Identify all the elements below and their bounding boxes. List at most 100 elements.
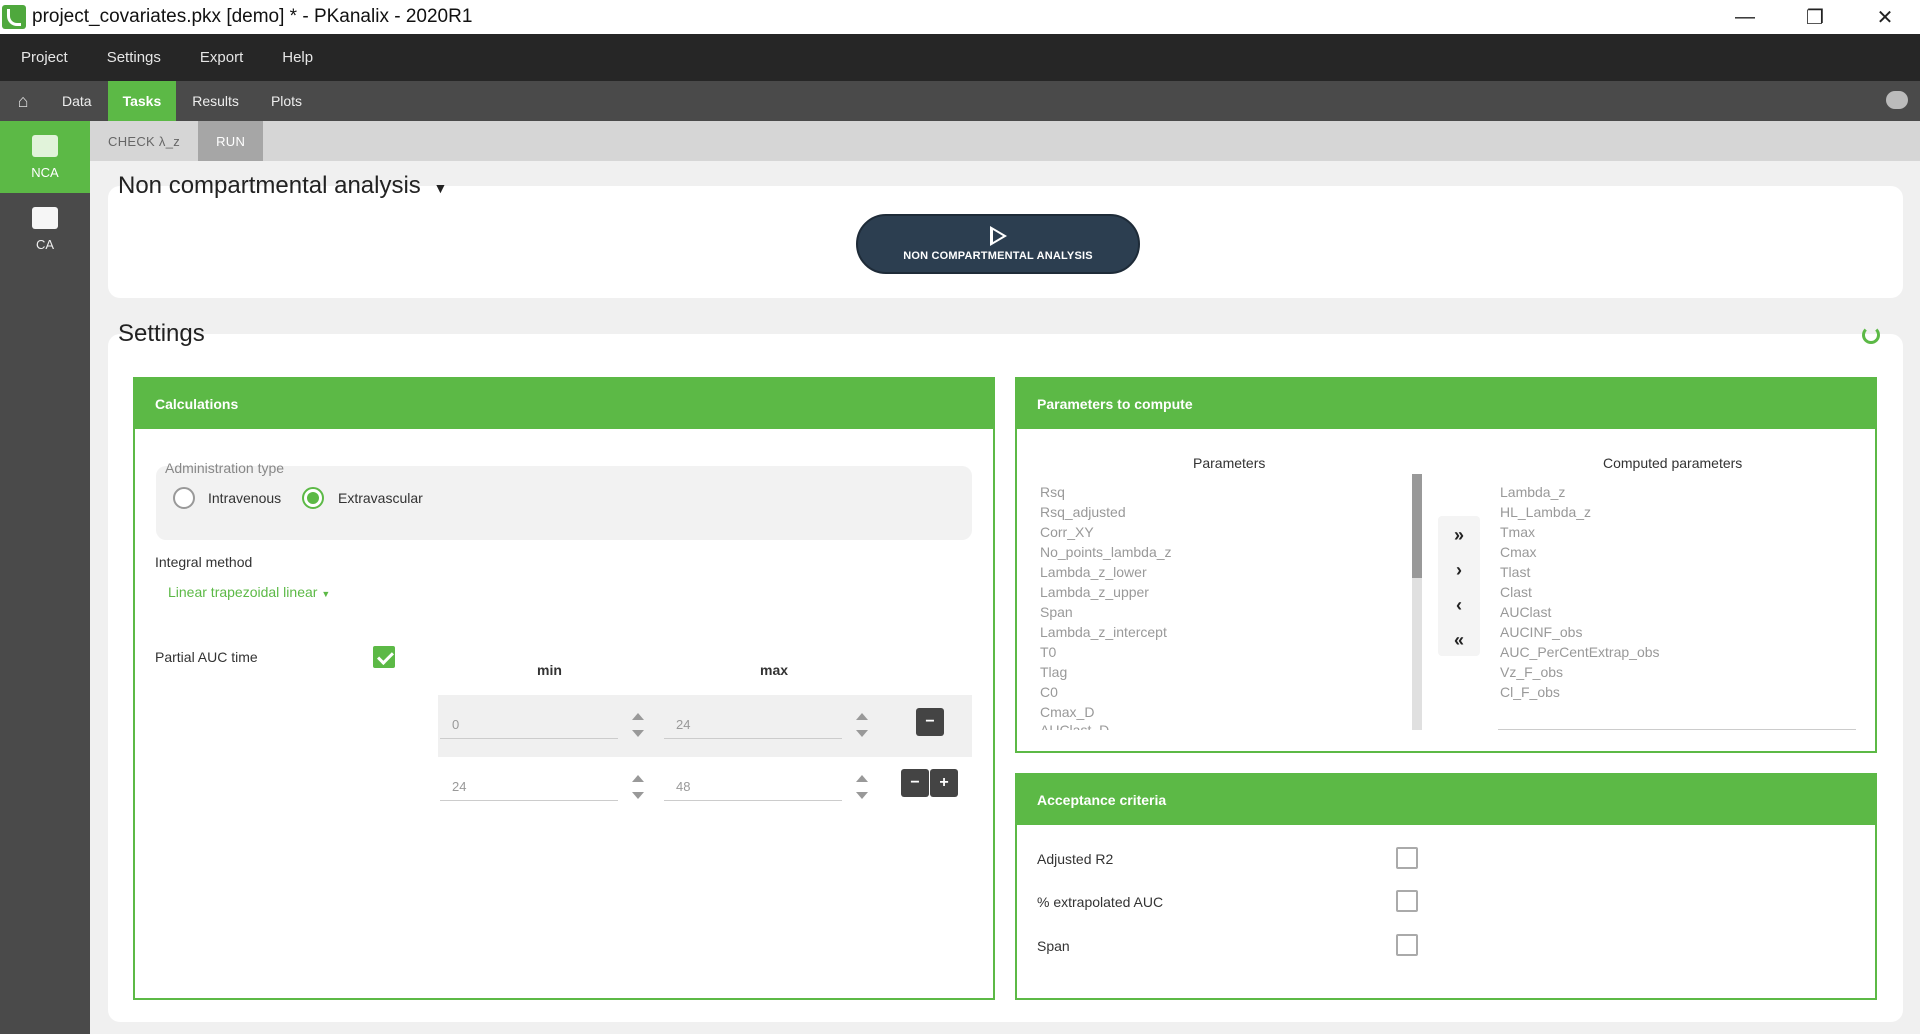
list-item[interactable]: Cl_F_obs [1500, 684, 1560, 700]
list-item[interactable]: Vz_F_obs [1500, 664, 1563, 680]
list-item[interactable]: AUC_PerCentExtrap_obs [1500, 644, 1660, 660]
extrapolated-auc-label: % extrapolated AUC [1037, 894, 1164, 910]
sidebar-item-ca[interactable]: CA [0, 193, 90, 265]
ca-box-icon [32, 206, 58, 229]
spin-up-icon[interactable] [856, 713, 868, 720]
restore-button[interactable]: ❐ [1780, 0, 1850, 34]
partial-auc-max-input[interactable]: 48 [664, 773, 842, 801]
tab-results[interactable]: Results [176, 81, 255, 121]
list-item[interactable]: T0 [1040, 644, 1056, 660]
list-item[interactable]: Tmax [1500, 524, 1535, 540]
list-item[interactable]: Rsq [1040, 484, 1065, 500]
caret-down-icon: ▼ [321, 589, 331, 599]
spin-up-icon[interactable] [632, 713, 644, 720]
extrapolated-auc-checkbox[interactable] [1396, 890, 1418, 912]
list-item[interactable]: Lambda_z_intercept [1040, 624, 1167, 640]
list-item[interactable]: Span [1040, 604, 1073, 620]
partial-auc-label: Partial AUC time [155, 649, 258, 665]
intravenous-label[interactable]: Intravenous [208, 490, 281, 506]
list-item[interactable]: Lambda_z [1500, 484, 1565, 500]
sidebar-item-nca[interactable]: NCA [0, 121, 90, 193]
menu-help[interactable]: Help [282, 49, 313, 66]
list-item[interactable]: AUClast [1500, 604, 1551, 620]
list-item[interactable]: Cmax_D [1040, 704, 1094, 720]
list-item[interactable]: Clast [1500, 584, 1532, 600]
tab-tasks[interactable]: Tasks [107, 81, 177, 121]
partial-auc-min-input[interactable]: 0 [440, 711, 618, 739]
add-all-button[interactable]: » [1438, 518, 1480, 553]
tab-plots[interactable]: Plots [255, 81, 318, 121]
pkanalix-logo-icon [2, 5, 26, 29]
list-item[interactable]: AUCINF_obs [1500, 624, 1582, 640]
computed-list-underline [1498, 729, 1856, 730]
spin-down-icon[interactable] [632, 730, 644, 737]
remove-selected-button[interactable]: ‹ [1438, 588, 1480, 623]
max-spinner[interactable] [856, 773, 868, 801]
remove-row-button[interactable]: − [916, 708, 944, 736]
close-button[interactable]: ✕ [1850, 0, 1920, 34]
task-sidebar: NCA CA [0, 121, 90, 1034]
admin-type-label: Administration type [165, 460, 285, 476]
spin-down-icon[interactable] [632, 792, 644, 799]
spin-down-icon[interactable] [856, 730, 868, 737]
partial-auc-max-input[interactable]: 24 [664, 711, 842, 739]
subtab-run[interactable]: RUN [198, 121, 264, 161]
list-item[interactable]: HL_Lambda_z [1500, 504, 1591, 520]
list-item[interactable]: C0 [1040, 684, 1058, 700]
adjusted-r2-checkbox[interactable] [1396, 847, 1418, 869]
list-item[interactable]: Lambda_z_upper [1040, 584, 1149, 600]
parameters-scrollbar-thumb[interactable] [1412, 474, 1422, 578]
max-spinner[interactable] [856, 711, 868, 739]
caret-down-icon: ▼ [433, 180, 448, 196]
list-item[interactable]: AUClast_D [1040, 722, 1109, 730]
list-item[interactable]: Corr_XY [1040, 524, 1094, 540]
chat-icon[interactable] [1886, 91, 1908, 109]
radio-intravenous[interactable] [173, 487, 195, 509]
list-item[interactable]: No_points_lambda_z [1040, 544, 1172, 560]
list-item[interactable]: Tlast [1500, 564, 1530, 580]
add-selected-button[interactable]: › [1438, 553, 1480, 588]
min-column-header: min [537, 662, 562, 678]
menu-settings[interactable]: Settings [107, 49, 161, 66]
task-dropdown[interactable]: Non compartmental analysis ▼ [118, 172, 447, 200]
spin-down-icon[interactable] [856, 792, 868, 799]
integral-method-dropdown[interactable]: Linear trapezoidal linear ▼ [168, 584, 330, 600]
acceptance-criteria-header: Acceptance criteria [1017, 775, 1875, 825]
span-checkbox[interactable] [1396, 934, 1418, 956]
spin-up-icon[interactable] [856, 775, 868, 782]
subtab-check-lambda-z[interactable]: CHECK λ_z [90, 121, 198, 161]
list-item[interactable]: Rsq_adjusted [1040, 504, 1126, 520]
title-bar: project_covariates.pkx [demo] * - PKanal… [0, 0, 1920, 34]
sub-tab-bar: CHECK λ_z RUN [90, 121, 1920, 161]
menu-project[interactable]: Project [21, 49, 68, 66]
window-title: project_covariates.pkx [demo] * - PKanal… [32, 6, 473, 27]
sidebar-item-label: NCA [31, 164, 59, 180]
partial-auc-checkbox[interactable] [373, 646, 395, 668]
min-spinner[interactable] [632, 773, 644, 801]
task-title: Non compartmental analysis [118, 172, 421, 199]
main-tab-bar: ⌂ Data Tasks Results Plots [0, 81, 1920, 121]
extravascular-label[interactable]: Extravascular [338, 490, 423, 506]
remove-all-button[interactable]: « [1438, 623, 1480, 658]
minimize-button[interactable]: — [1710, 0, 1780, 34]
spin-up-icon[interactable] [632, 775, 644, 782]
settings-title: Settings [118, 320, 205, 347]
tab-data[interactable]: Data [46, 81, 108, 121]
run-nca-label: NON COMPARTMENTAL ANALYSIS [903, 250, 1093, 262]
integral-method-label: Integral method [155, 554, 253, 570]
nca-box-icon [32, 134, 58, 157]
menu-export[interactable]: Export [200, 49, 243, 66]
min-spinner[interactable] [632, 711, 644, 739]
partial-auc-min-input[interactable]: 24 [440, 773, 618, 801]
parameters-header: Parameters to compute [1017, 379, 1875, 429]
list-item[interactable]: Cmax [1500, 544, 1537, 560]
list-item[interactable]: Lambda_z_lower [1040, 564, 1147, 580]
remove-row-button[interactable]: − [901, 769, 929, 797]
add-row-button[interactable]: + [930, 769, 958, 797]
home-icon[interactable]: ⌂ [0, 81, 46, 121]
adjusted-r2-label: Adjusted R2 [1037, 851, 1114, 867]
run-nca-button[interactable]: NON COMPARTMENTAL ANALYSIS [856, 214, 1140, 274]
radio-extravascular[interactable] [302, 487, 324, 509]
list-item[interactable]: Tlag [1040, 664, 1067, 680]
reset-icon[interactable] [1862, 326, 1880, 344]
